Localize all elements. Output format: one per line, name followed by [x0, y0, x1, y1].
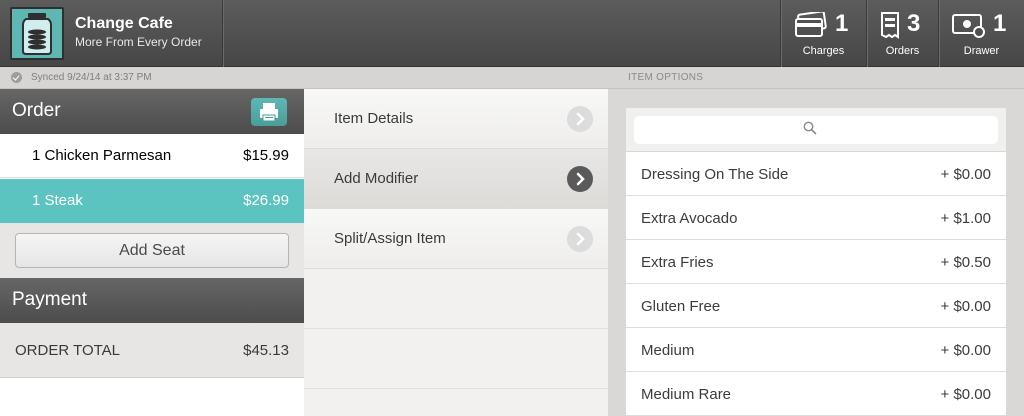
payment-header: Payment	[0, 278, 316, 323]
chevron-right-icon	[567, 106, 593, 132]
order-item-name: 1 Steak	[32, 192, 83, 209]
option-name: Extra Fries	[641, 254, 714, 271]
drawer-count: 1	[993, 10, 1007, 37]
add-seat-button[interactable]: Add Seat	[15, 233, 289, 268]
app-title: Change Cafe	[75, 15, 173, 32]
search-bar	[626, 108, 1006, 152]
chevron-right-icon	[567, 226, 593, 252]
charges-button[interactable]: 1 Charges	[780, 0, 866, 67]
receipt-icon	[880, 12, 900, 44]
option-price: + $0.00	[940, 342, 991, 359]
order-item-price: $26.99	[243, 192, 289, 209]
order-header: Order	[0, 89, 316, 134]
empty-menu-row	[304, 329, 608, 389]
order-title: Order	[12, 100, 61, 121]
charges-count: 1	[835, 10, 849, 37]
app-tagline: More From Every Order	[75, 35, 202, 49]
order-item-row[interactable]: 1 Chicken Parmesan $15.99	[0, 134, 304, 178]
option-row[interactable]: Medium + $0.00	[626, 328, 1006, 372]
order-item-name: 1 Chicken Parmesan	[32, 147, 172, 164]
option-price: + $1.00	[940, 210, 991, 227]
drawer-button[interactable]: 1 Drawer	[938, 0, 1024, 67]
chevron-right-icon	[567, 166, 593, 192]
option-row[interactable]: Gluten Free + $0.00	[626, 284, 1006, 328]
printer-icon	[260, 103, 278, 122]
order-panel: Order 1 Chicken Parmesan $15.99 1 Steak …	[0, 89, 316, 416]
top-divider	[222, 0, 223, 67]
option-row[interactable]: Extra Avocado + $1.00	[626, 196, 1006, 240]
item-details-row[interactable]: Item Details	[304, 89, 608, 149]
cash-drawer-icon	[952, 14, 986, 43]
option-price: + $0.50	[940, 254, 991, 271]
option-row[interactable]: Extra Fries + $0.50	[626, 240, 1006, 284]
options-card: Dressing On The Side + $0.00 Extra Avoca…	[626, 108, 1006, 416]
item-menu-panel: Item Details Add Modifier Split/Assign I…	[304, 89, 608, 416]
print-button[interactable]	[251, 98, 287, 126]
sync-status: Synced 9/24/14 at 3:37 PM	[31, 72, 152, 83]
order-total-value: $45.13	[243, 342, 289, 359]
credit-card-icon	[795, 10, 827, 43]
sync-check-icon	[11, 72, 22, 83]
orders-button[interactable]: 3 Orders	[866, 0, 938, 67]
empty-menu-row	[304, 269, 608, 329]
option-name: Dressing On The Side	[641, 166, 789, 183]
charges-label: Charges	[802, 45, 845, 57]
item-options-title: ITEM OPTIONS	[628, 72, 704, 83]
mason-jar-logo-icon	[10, 7, 64, 60]
option-price: + $0.00	[940, 298, 991, 315]
item-details-label: Item Details	[334, 110, 414, 127]
order-item-row-selected[interactable]: 1 Steak $26.99	[0, 179, 304, 223]
item-options-panel: Dressing On The Side + $0.00 Extra Avoca…	[608, 89, 1024, 416]
option-row[interactable]: Dressing On The Side + $0.00	[626, 152, 1006, 196]
orders-label: Orders	[885, 45, 920, 57]
order-total-row: ORDER TOTAL $45.13	[0, 323, 304, 378]
option-row[interactable]: Medium Rare + $0.00	[626, 372, 1006, 416]
option-name: Gluten Free	[641, 298, 721, 315]
option-price: + $0.00	[940, 166, 991, 183]
drawer-label: Drawer	[963, 45, 1000, 57]
top-bar: Change Cafe More From Every Order 1 Char…	[0, 0, 1024, 67]
option-name: Medium	[641, 342, 695, 359]
option-name: Medium Rare	[641, 386, 732, 403]
option-name: Extra Avocado	[641, 210, 738, 227]
orders-count: 3	[907, 10, 921, 37]
split-assign-row[interactable]: Split/Assign Item	[304, 209, 608, 269]
add-modifier-label: Add Modifier	[334, 170, 419, 187]
status-strip: Synced 9/24/14 at 3:37 PM ITEM OPTIONS	[0, 67, 1024, 89]
split-assign-label: Split/Assign Item	[334, 230, 446, 247]
order-total-label: ORDER TOTAL	[15, 342, 121, 359]
add-modifier-row[interactable]: Add Modifier	[304, 149, 608, 209]
order-item-price: $15.99	[243, 147, 289, 164]
search-icon	[803, 121, 817, 135]
payment-title: Payment	[12, 289, 87, 310]
option-price: + $0.00	[940, 386, 991, 403]
seat-area: Add Seat	[0, 223, 304, 278]
